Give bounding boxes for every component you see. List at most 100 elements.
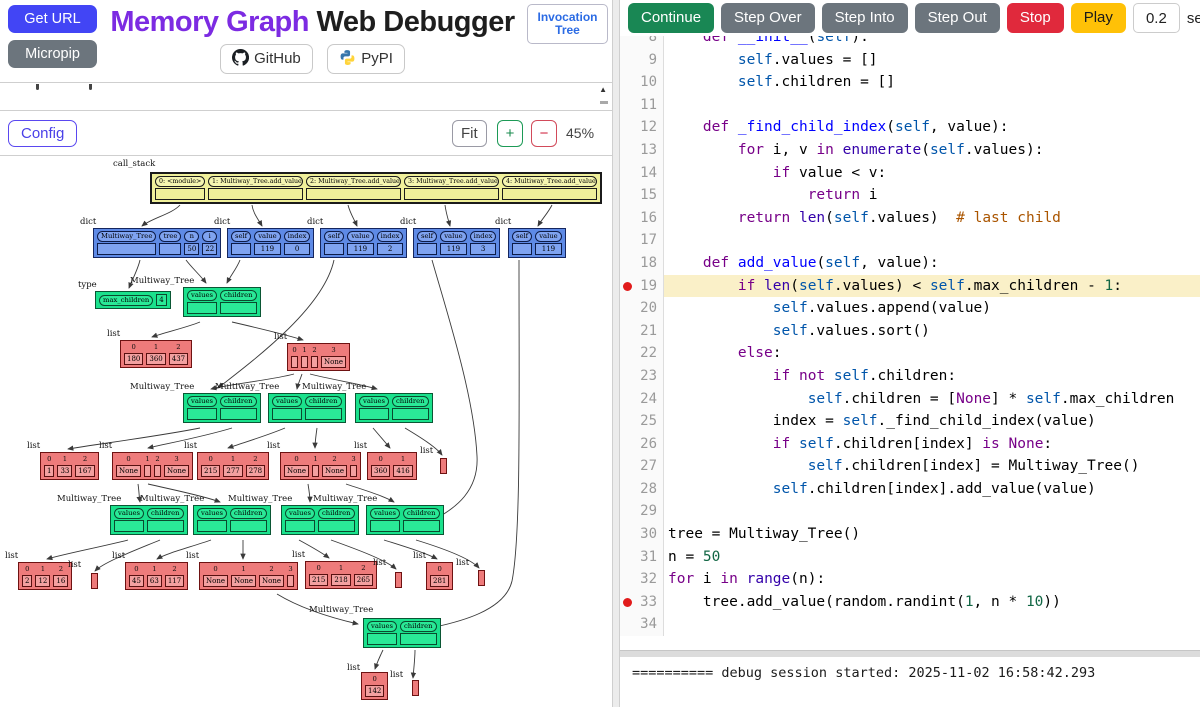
- play-button[interactable]: Play: [1071, 3, 1126, 33]
- graph-toolbar: Config Fit + − 45%: [0, 111, 612, 156]
- fit-button[interactable]: Fit: [452, 120, 487, 147]
- breakpoint-icon[interactable]: [623, 282, 632, 291]
- gutter-line-12[interactable]: 12: [620, 116, 664, 139]
- step-out-button[interactable]: Step Out: [915, 3, 1000, 33]
- memory-graph-canvas[interactable]: call_stack0: <module>1: Multiway_Tree.ad…: [0, 156, 612, 707]
- zoom-level: 45%: [566, 125, 594, 141]
- config-button[interactable]: Config: [8, 120, 77, 147]
- gutter-line-26[interactable]: 26: [620, 433, 664, 456]
- clipped-text-fragment: [36, 84, 39, 90]
- source-strip[interactable]: ▲: [0, 84, 612, 111]
- code-line-11: 11: [620, 94, 1200, 117]
- node-label: list: [347, 663, 360, 673]
- pane-splitter[interactable]: [612, 0, 620, 707]
- node-label: list: [373, 558, 386, 568]
- gutter-line-27[interactable]: 27: [620, 455, 664, 478]
- right-pane: Continue Step Over Step Into Step Out St…: [620, 0, 1200, 707]
- graph-node-list: 03601416: [367, 452, 417, 480]
- code-text: tree.add_value(random.randint(1, n * 10)…: [664, 591, 1200, 614]
- graph-edge: [308, 484, 310, 502]
- gutter-line-34[interactable]: 34: [620, 613, 664, 636]
- step-over-button[interactable]: Step Over: [721, 3, 815, 33]
- node-label: Multiway_Tree: [57, 494, 121, 504]
- gutter-line-30[interactable]: 30: [620, 523, 664, 546]
- code-text: self.values = []: [664, 49, 1200, 72]
- gutter-line-11[interactable]: 11: [620, 94, 664, 117]
- zoom-in-button[interactable]: +: [497, 120, 523, 147]
- gutter-line-16[interactable]: 16: [620, 207, 664, 230]
- graph-node-obj: valueschildren: [268, 393, 346, 423]
- code-line-9: 9 self.values = []: [620, 49, 1200, 72]
- gutter-line-29[interactable]: 29: [620, 500, 664, 523]
- node-label: list: [274, 332, 287, 342]
- node-label: type: [78, 280, 97, 290]
- get-url-button[interactable]: Get URL: [8, 5, 97, 33]
- micropip-button[interactable]: Micropip: [8, 40, 97, 68]
- gutter-line-14[interactable]: 14: [620, 162, 664, 185]
- node-label: Multiway_Tree: [302, 382, 366, 392]
- pypi-link[interactable]: PyPI: [327, 44, 405, 74]
- gutter-line-17[interactable]: 17: [620, 229, 664, 252]
- gutter-line-33[interactable]: 33: [620, 591, 664, 614]
- continue-button[interactable]: Continue: [628, 3, 714, 33]
- graph-node-obj: valueschildren: [193, 505, 271, 535]
- code-text: self.children[index].add_value(value): [664, 478, 1200, 501]
- scroll-up-arrow-icon[interactable]: ▲: [599, 85, 607, 94]
- breakpoint-icon[interactable]: [623, 598, 632, 607]
- graph-edge: [373, 428, 390, 448]
- node-label: Multiway_Tree: [309, 605, 373, 615]
- graph-node-dict: selfvalue119index2: [320, 228, 407, 258]
- code-line-30: 30tree = Multiway_Tree(): [620, 523, 1200, 546]
- github-link[interactable]: GitHub: [220, 44, 313, 74]
- gutter-line-23[interactable]: 23: [620, 365, 664, 388]
- gutter-line-19[interactable]: 19: [620, 275, 664, 298]
- code-text: tree = Multiway_Tree(): [664, 523, 1200, 546]
- node-label: list: [27, 441, 40, 451]
- code-text: index = self._find_child_index(value): [664, 410, 1200, 433]
- gutter-line-32[interactable]: 32: [620, 568, 664, 591]
- graph-edge: [384, 540, 437, 559]
- gutter-line-18[interactable]: 18: [620, 252, 664, 275]
- interval-input[interactable]: [1133, 3, 1180, 33]
- graph-node-sliver: [440, 458, 447, 474]
- graph-edge: [68, 428, 200, 449]
- github-icon: [232, 49, 249, 66]
- code-editor[interactable]: 8 def __init__(self):9 self.values = []1…: [620, 36, 1200, 650]
- code-line-21: 21 self.values.sort(): [620, 320, 1200, 343]
- node-label: list: [68, 560, 81, 570]
- step-into-button[interactable]: Step Into: [822, 3, 908, 33]
- node-label: list: [184, 441, 197, 451]
- gutter-line-8[interactable]: 8: [620, 36, 664, 49]
- node-label: dict: [495, 217, 511, 227]
- gutter-line-9[interactable]: 9: [620, 49, 664, 72]
- console-divider[interactable]: [620, 650, 1200, 657]
- invocation-tree-button[interactable]: InvocationTree: [527, 4, 608, 44]
- code-text: return len(self.values) # last child: [664, 207, 1200, 230]
- gutter-line-21[interactable]: 21: [620, 320, 664, 343]
- graph-edge: [157, 540, 211, 559]
- pypi-label: PyPI: [361, 50, 393, 67]
- gutter-line-28[interactable]: 28: [620, 478, 664, 501]
- code-line-27: 27 self.children[index] = Multiway_Tree(…: [620, 455, 1200, 478]
- gutter-line-31[interactable]: 31: [620, 546, 664, 569]
- gutter-line-25[interactable]: 25: [620, 410, 664, 433]
- gutter-line-24[interactable]: 24: [620, 388, 664, 411]
- graph-node-list: 0123None: [287, 343, 350, 371]
- zoom-out-button[interactable]: −: [531, 120, 557, 147]
- gutter-line-15[interactable]: 15: [620, 184, 664, 207]
- graph-node-obj: valueschildren: [281, 505, 359, 535]
- gutter-line-13[interactable]: 13: [620, 139, 664, 162]
- code-line-28: 28 self.children[index].add_value(value): [620, 478, 1200, 501]
- scrollbar-thumb[interactable]: [600, 101, 608, 104]
- graph-node-list: 0None123None: [112, 452, 193, 480]
- github-label: GitHub: [254, 50, 301, 67]
- graph-node-list: 0451632117: [125, 562, 188, 590]
- graph-node-dict: Multiway_Treetreen50i22: [93, 228, 221, 258]
- header: Get URL Micropip Memory Graph Web Debugg…: [0, 0, 612, 83]
- gutter-line-20[interactable]: 20: [620, 297, 664, 320]
- code-line-22: 22 else:: [620, 342, 1200, 365]
- code-line-12: 12 def _find_child_index(self, value):: [620, 116, 1200, 139]
- stop-button[interactable]: Stop: [1007, 3, 1064, 33]
- gutter-line-10[interactable]: 10: [620, 71, 664, 94]
- gutter-line-22[interactable]: 22: [620, 342, 664, 365]
